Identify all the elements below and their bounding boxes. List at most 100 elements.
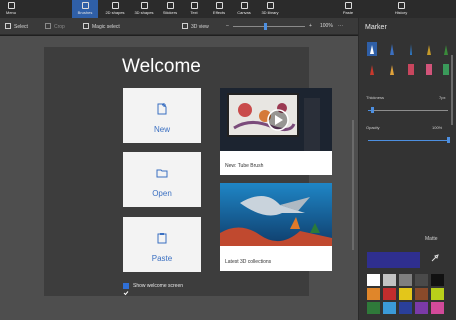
panel-title: Marker [365, 24, 387, 31]
library-icon [266, 2, 274, 9]
tab-stickers[interactable]: Stickers [158, 0, 182, 18]
tab-text-label: Text [190, 10, 198, 15]
oil-brush-icon[interactable] [406, 42, 416, 56]
canvas-scrollbar[interactable] [352, 120, 354, 250]
view-3d-label: 3D view [191, 24, 209, 30]
shapes-2d-icon [111, 2, 119, 9]
opacity-slider-thumb[interactable] [447, 137, 450, 143]
color-swatch[interactable] [383, 274, 396, 286]
open-label: Open [152, 189, 172, 198]
color-swatch[interactable] [399, 288, 412, 300]
show-welcome-checkbox[interactable] [123, 283, 129, 296]
tab-history[interactable]: History [388, 0, 414, 18]
eraser-icon[interactable] [387, 62, 397, 76]
zoom-slider-track[interactable] [233, 26, 305, 27]
color-swatch[interactable] [383, 302, 396, 314]
color-swatch[interactable] [415, 302, 428, 314]
color-swatch[interactable] [367, 288, 380, 300]
magic-select-button[interactable]: Magic select [83, 23, 120, 30]
panel-scrollbar[interactable] [451, 55, 453, 125]
pixel-pen-icon[interactable] [441, 42, 451, 56]
tab-canvas[interactable]: Canvas [232, 0, 256, 18]
opacity-label: Opacity [366, 125, 380, 130]
thickness-slider-thumb[interactable] [371, 107, 374, 113]
toolbar: Select Crop Magic select 3D view – + 100… [0, 18, 358, 35]
fill-bucket-icon[interactable] [441, 62, 451, 76]
color-swatch[interactable] [431, 302, 444, 314]
tab-text[interactable]: Text [183, 0, 205, 18]
tab-3d-shapes-label: 3D shapes [134, 10, 154, 15]
pencil-icon[interactable] [367, 62, 377, 76]
opacity-value: 100% [432, 125, 443, 130]
palette-type-label: Matte [425, 236, 438, 242]
paste-label: Paste [151, 254, 173, 263]
zoom-percent: 100% [320, 23, 333, 29]
current-color-swatch[interactable] [367, 252, 420, 268]
sticker-icon [166, 2, 174, 9]
watercolor-icon[interactable] [424, 42, 434, 56]
checkmark-icon [123, 291, 129, 296]
view-3d-button[interactable]: 3D view [182, 23, 209, 30]
open-button[interactable]: Open [123, 152, 201, 207]
tab-3d-library[interactable]: 3D library [256, 0, 284, 18]
eyedropper-icon[interactable] [431, 254, 439, 262]
crayon-icon[interactable] [406, 62, 416, 76]
calligraphy-pen-icon[interactable] [387, 42, 397, 56]
collections-thumbnail [220, 183, 332, 246]
canvas-icon [240, 2, 248, 9]
crop-label: Crop [54, 24, 65, 30]
more-icon[interactable]: ··· [338, 23, 343, 29]
tube-brush-video-thumbnail [220, 88, 332, 151]
view-3d-icon [182, 23, 188, 29]
color-swatch[interactable] [367, 274, 380, 286]
thickness-label: Thickness [366, 95, 385, 100]
magic-select-label: Magic select [92, 24, 120, 30]
brush-icon [81, 2, 89, 9]
shapes-3d-icon [140, 2, 148, 9]
zoom-in-icon[interactable]: + [309, 23, 312, 29]
tab-3d-shapes[interactable]: 3D shapes [130, 0, 158, 18]
folder-icon [156, 169, 168, 178]
crop-button[interactable]: Crop [45, 23, 65, 30]
tab-canvas-label: Canvas [237, 10, 251, 15]
select-label: Select [14, 24, 28, 30]
tube-brush-card[interactable]: New: Tube Brush [220, 88, 332, 175]
color-swatch[interactable] [367, 302, 380, 314]
color-swatch[interactable] [415, 274, 428, 286]
ribbon: Menu Brushes 2D shapes 3D shapes Sticker… [0, 0, 456, 18]
paste-button[interactable]: Paste [123, 217, 201, 272]
tab-effects[interactable]: Effects [207, 0, 231, 18]
tab-2d-shapes-label: 2D shapes [105, 10, 125, 15]
spray-can-icon[interactable] [424, 62, 434, 76]
new-file-icon [157, 103, 167, 115]
new-label: New [153, 125, 170, 134]
color-swatch[interactable] [415, 288, 428, 300]
new-button[interactable]: New [123, 88, 201, 143]
show-welcome-label: Show welcome screen [133, 283, 184, 289]
collections-card[interactable]: Latest 3D collections [220, 183, 332, 271]
zoom-slider-thumb[interactable] [264, 23, 267, 30]
magic-select-icon [83, 23, 89, 29]
tab-history-label: History [394, 10, 408, 15]
tab-3d-library-label: 3D library [261, 10, 279, 15]
tab-brushes[interactable]: Brushes [72, 0, 98, 18]
tab-2d-shapes[interactable]: 2D shapes [101, 0, 129, 18]
color-swatch[interactable] [383, 288, 396, 300]
color-swatch[interactable] [431, 288, 444, 300]
color-swatch[interactable] [399, 302, 412, 314]
welcome-title: Welcome [122, 56, 201, 77]
tab-menu[interactable]: Menu [0, 0, 22, 18]
select-icon [5, 23, 11, 29]
color-swatch[interactable] [431, 274, 444, 286]
menu-icon [7, 2, 15, 9]
tab-paste[interactable]: Paste [336, 0, 360, 18]
opacity-slider-fill [368, 140, 448, 141]
paste-clipboard-icon [157, 233, 167, 244]
color-swatch[interactable] [399, 274, 412, 286]
select-button[interactable]: Select [5, 23, 28, 30]
tab-effects-label: Effects [212, 10, 226, 15]
thickness-slider-track[interactable] [368, 110, 448, 111]
tab-paste-label: Paste [342, 10, 354, 15]
marker-brush-icon[interactable] [367, 42, 377, 56]
zoom-out-icon[interactable]: – [226, 23, 229, 29]
